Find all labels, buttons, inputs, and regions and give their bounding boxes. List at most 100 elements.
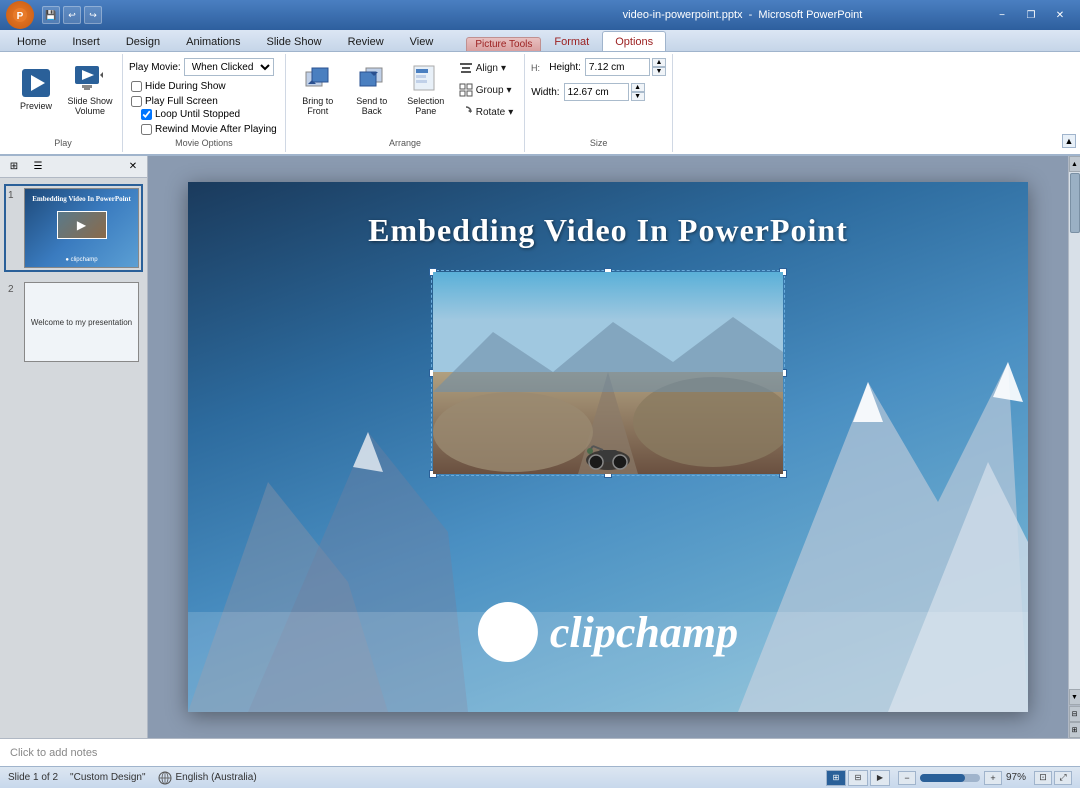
rewind-checkbox[interactable] xyxy=(141,124,152,135)
restore-button[interactable]: ❐ xyxy=(1017,6,1045,24)
height-icon: H: xyxy=(531,60,545,74)
width-input-wrap: ▲ ▼ xyxy=(564,83,645,101)
zoom-in-button[interactable]: + xyxy=(984,771,1002,785)
office-button[interactable]: P xyxy=(6,1,34,29)
tab-insert[interactable]: Insert xyxy=(59,31,113,51)
slide-panel: ⊞ ☰ ✕ 1 Embedding Video In PowerPoint ▶ … xyxy=(0,156,148,738)
hide-during-show-row: Hide During Show xyxy=(129,80,274,93)
slideshow-button[interactable]: ▶ xyxy=(870,770,890,786)
width-input[interactable] xyxy=(564,83,629,101)
theme-info: "Custom Design" xyxy=(70,772,145,783)
contextual-tab-group: Picture Tools xyxy=(466,37,541,51)
status-right: ⊞ ⊟ ▶ − + 97% ⊡ ⤢ xyxy=(826,770,1072,786)
vertical-scrollbar[interactable]: ▲ ▼ ⊟ ⊞ xyxy=(1068,156,1080,738)
quick-access-toolbar: 💾 ↩ ↪ xyxy=(42,6,102,24)
height-down-button[interactable]: ▼ xyxy=(652,67,666,76)
selection-pane-button[interactable]: Selection Pane xyxy=(400,58,452,120)
tab-movie-options[interactable]: Options xyxy=(602,31,666,51)
slide-thumbnail-1[interactable]: 1 Embedding Video In PowerPoint ▶ ● clip… xyxy=(4,184,143,272)
slide-canvas[interactable]: Embedding Video In PowerPoint xyxy=(188,182,1028,712)
play-full-screen-checkbox[interactable] xyxy=(131,96,142,107)
tab-review[interactable]: Review xyxy=(335,31,397,51)
notes-placeholder: Click to add notes xyxy=(10,747,97,759)
contextual-label: Picture Tools xyxy=(466,37,541,51)
fit-window-button[interactable]: ⊡ xyxy=(1034,771,1052,785)
main-area: ⊞ ☰ ✕ 1 Embedding Video In PowerPoint ▶ … xyxy=(0,156,1080,738)
slideshow-volume-button[interactable]: Slide Show Volume xyxy=(64,58,116,120)
fit-slide-button[interactable]: ⊟ xyxy=(1069,706,1080,722)
normal-view-button[interactable]: ⊞ xyxy=(826,770,846,786)
play-movie-dropdown[interactable]: When Clicked xyxy=(184,58,274,76)
tab-slideshow[interactable]: Slide Show xyxy=(254,31,335,51)
width-row: Width: ▲ ▼ xyxy=(531,83,644,101)
zoom-slider[interactable] xyxy=(920,774,980,782)
ribbon-group-movie-options: Play Movie: When Clicked Hide During Sho… xyxy=(123,54,286,152)
slideshow-icon xyxy=(74,62,106,94)
group-dropdown-arrow: ▾ xyxy=(507,85,512,96)
scroll-thumb[interactable] xyxy=(1070,173,1080,233)
zoom-value: 97% xyxy=(1006,772,1026,783)
tab-view[interactable]: View xyxy=(397,31,447,51)
ribbon-collapse-button[interactable]: ▲ xyxy=(1062,134,1076,148)
close-button[interactable]: ✕ xyxy=(1046,6,1074,24)
rewind-after-row: Rewind Movie After Playing xyxy=(139,123,279,136)
notes-area[interactable]: Click to add notes xyxy=(0,738,1080,766)
arrange-group-label: Arrange xyxy=(292,136,519,148)
height-input[interactable] xyxy=(585,58,650,76)
scroll-up-button[interactable]: ▲ xyxy=(1069,156,1080,172)
rotate-button[interactable]: Rotate ▾ xyxy=(454,102,519,122)
loop-checkbox[interactable] xyxy=(141,109,152,120)
tab-animations[interactable]: Animations xyxy=(173,31,253,51)
video-container[interactable] xyxy=(433,272,783,474)
preview-button[interactable]: Preview xyxy=(10,58,62,120)
bring-to-front-button[interactable]: Bring to Front xyxy=(292,58,344,120)
height-up-button[interactable]: ▲ xyxy=(652,58,666,67)
align-button[interactable]: Align ▾ xyxy=(454,58,519,78)
zoom-control: − + 97% xyxy=(898,771,1026,785)
width-down-button[interactable]: ▼ xyxy=(631,92,645,101)
window-title: video-in-powerpoint.pptx - Microsoft Pow… xyxy=(497,9,988,21)
loop-until-stopped-row: Loop Until Stopped xyxy=(139,108,279,121)
send-to-back-button[interactable]: Send to Back xyxy=(346,58,398,120)
ribbon-expand: ▲ xyxy=(1062,54,1076,152)
expand-slide-button[interactable]: ⊞ xyxy=(1069,722,1080,738)
slides-list: 1 Embedding Video In PowerPoint ▶ ● clip… xyxy=(0,178,147,738)
align-dropdown-arrow: ▾ xyxy=(501,63,506,74)
width-up-button[interactable]: ▲ xyxy=(631,83,645,92)
minimize-button[interactable]: − xyxy=(988,6,1016,24)
tab-home[interactable]: Home xyxy=(4,31,59,51)
tab-design[interactable]: Design xyxy=(113,31,173,51)
slide-info: Slide 1 of 2 xyxy=(8,772,58,783)
panel-view-btn-1[interactable]: ⊞ xyxy=(4,158,24,176)
bring-front-icon xyxy=(302,62,334,94)
slide1-logo: ● clipchamp xyxy=(65,257,97,263)
clipchamp-logo: clipchamp xyxy=(478,602,738,662)
status-bar: Slide 1 of 2 "Custom Design" English (Au… xyxy=(0,766,1080,788)
save-icon[interactable]: 💾 xyxy=(42,6,60,24)
panel-view-btn-2[interactable]: ☰ xyxy=(28,158,48,176)
redo-icon[interactable]: ↪ xyxy=(84,6,102,24)
ribbon-group-size: H: Height: ▲ ▼ Width: ▲ ▼ xyxy=(525,54,673,152)
fit-buttons: ⊡ ⤢ xyxy=(1034,771,1072,785)
fullscreen-button[interactable]: ⤢ xyxy=(1054,771,1072,785)
undo-icon[interactable]: ↩ xyxy=(63,6,81,24)
slide-sorter-button[interactable]: ⊟ xyxy=(848,770,868,786)
language-icon xyxy=(158,771,172,785)
arrange-group-content: Bring to Front Send to Back xyxy=(292,58,519,136)
slide-image-1: Embedding Video In PowerPoint ▶ ● clipch… xyxy=(24,188,139,268)
scroll-track[interactable] xyxy=(1069,172,1080,689)
clipchamp-icon xyxy=(478,602,538,662)
hide-during-show-checkbox[interactable] xyxy=(131,81,142,92)
view-buttons: ⊞ ⊟ ▶ xyxy=(826,770,890,786)
slide-thumbnail-2[interactable]: 2 Welcome to my presentation xyxy=(4,278,143,366)
zoom-out-button[interactable]: − xyxy=(898,771,916,785)
movie-options-label: Movie Options xyxy=(129,136,279,148)
height-input-wrap: ▲ ▼ xyxy=(585,58,666,76)
group-button[interactable]: Group ▾ xyxy=(454,80,519,100)
panel-close-button[interactable]: ✕ xyxy=(123,158,143,176)
width-spin: ▲ ▼ xyxy=(631,83,645,101)
tab-picture-format[interactable]: Format xyxy=(541,31,602,51)
scroll-down-button[interactable]: ▼ xyxy=(1069,689,1080,705)
align-icon xyxy=(459,61,473,75)
canvas-area: Embedding Video In PowerPoint xyxy=(148,156,1068,738)
